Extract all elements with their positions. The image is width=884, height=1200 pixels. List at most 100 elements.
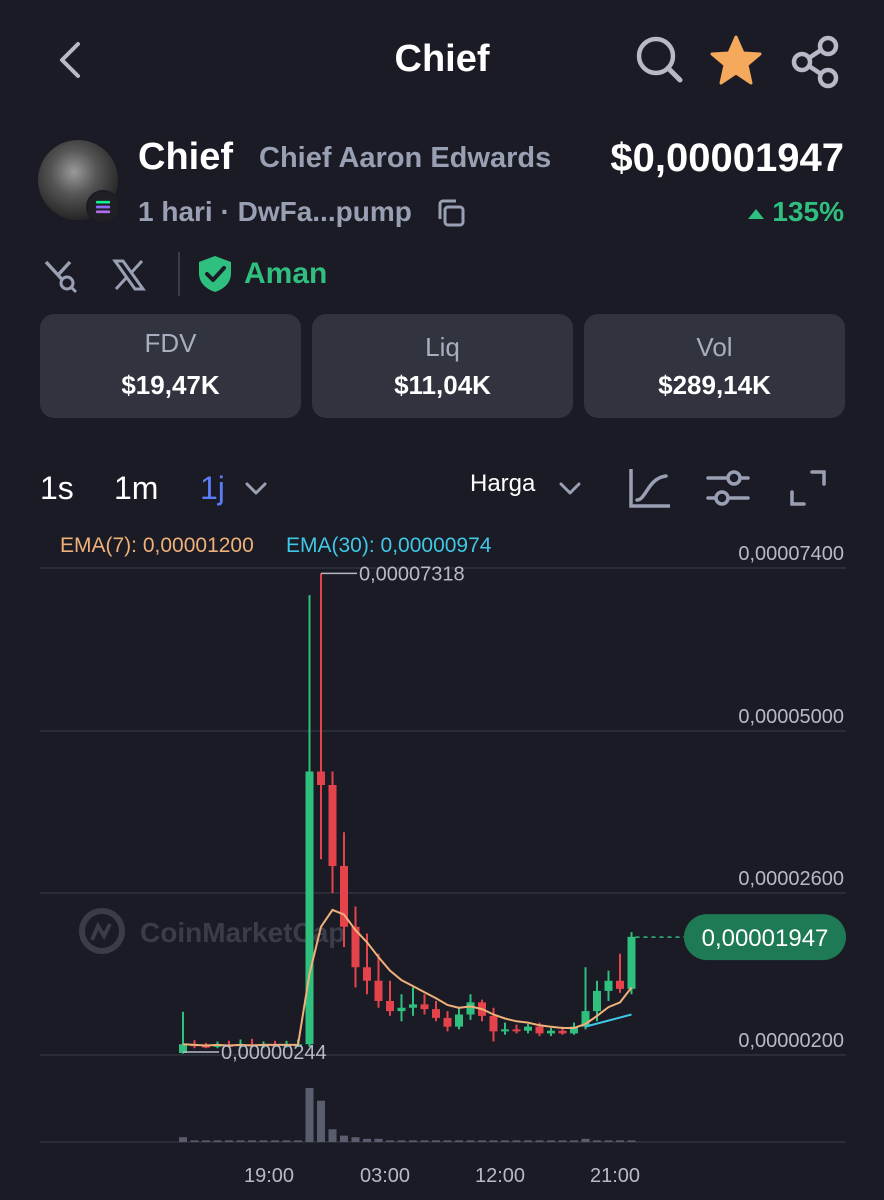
line-chart-icon[interactable] — [626, 464, 674, 512]
y-tick-label: 0,00002600 — [738, 868, 844, 890]
divider — [178, 252, 180, 296]
volume-bars — [179, 1088, 636, 1142]
volume-bar — [305, 1088, 314, 1142]
tab-1m[interactable]: 1m — [114, 470, 158, 507]
volume-bar — [558, 1140, 567, 1142]
stat-value: $289,14K — [658, 370, 771, 400]
candle-body — [489, 1015, 498, 1032]
tab-1s[interactable]: 1s — [40, 470, 74, 507]
stat-card-vol[interactable]: Vol $289,14K — [584, 314, 845, 418]
volume-bar — [351, 1137, 360, 1142]
watermark-logo-icon — [79, 908, 125, 954]
token-meta: 1 hari · DwFa...pump — [138, 196, 412, 228]
volume-bar — [271, 1140, 279, 1142]
volume-bar — [248, 1140, 256, 1142]
volume-bar — [616, 1140, 624, 1142]
volume-bar — [397, 1140, 406, 1142]
candle-body — [524, 1026, 532, 1031]
volume-bar — [455, 1140, 463, 1142]
ema30-line — [585, 1013, 632, 1028]
annotations: 0,00007318 0,00000244 0,00001947 — [183, 563, 846, 1064]
candle-body — [374, 980, 383, 1001]
candle-body — [535, 1026, 544, 1034]
volume-bar — [604, 1140, 613, 1142]
chevron-down-icon[interactable] — [242, 474, 270, 502]
stat-label: Liq — [425, 332, 460, 362]
contract-address[interactable]: DwFa...pump — [238, 196, 412, 227]
token-age: 1 hari — [138, 196, 213, 227]
volume-bar — [236, 1140, 245, 1142]
volume-bar — [501, 1140, 509, 1142]
triangle-up-icon — [748, 208, 765, 219]
candles — [179, 573, 636, 1054]
volume-bar — [581, 1138, 590, 1142]
back-icon[interactable] — [52, 38, 92, 82]
volume-bar — [627, 1140, 636, 1142]
volume-bar — [489, 1140, 498, 1142]
settings-sliders-icon[interactable] — [704, 464, 752, 512]
price-change-value: 135% — [772, 196, 844, 227]
current-price-label: 0,00001947 — [702, 925, 829, 952]
safety-label: Aman — [244, 257, 328, 290]
x-tick-label: 21:00 — [590, 1165, 640, 1187]
candle-body — [305, 771, 314, 1045]
stat-value: $11,04K — [394, 370, 491, 400]
audit-icon[interactable] — [40, 256, 80, 294]
candle-body — [397, 1007, 406, 1012]
low-price-label: 0,00000244 — [221, 1042, 327, 1064]
token-name: Chief Aaron Edwards — [259, 142, 552, 174]
volume-bar — [317, 1100, 325, 1142]
candle-body — [363, 967, 371, 981]
candle-body — [512, 1029, 521, 1032]
x-tick-label: 19:00 — [244, 1165, 294, 1187]
volume-bar — [570, 1140, 578, 1142]
candle-body — [443, 1017, 452, 1027]
volume-bar — [524, 1140, 532, 1142]
volume-bar — [478, 1140, 486, 1142]
x-tick-label: 03:00 — [360, 1165, 410, 1187]
stat-card-liq[interactable]: Liq $11,04K — [312, 314, 573, 418]
tab-1j[interactable]: 1j — [200, 470, 225, 507]
candle-body — [616, 980, 624, 989]
candle-body — [547, 1030, 555, 1034]
y-tick-label: 0,00007400 — [738, 543, 844, 565]
stat-label: Vol — [696, 332, 733, 362]
volume-bar — [328, 1129, 337, 1142]
expand-icon[interactable] — [784, 464, 832, 512]
candle-body — [317, 771, 325, 785]
volume-bar — [409, 1140, 417, 1142]
candle-body — [501, 1029, 509, 1032]
copy-icon[interactable] — [434, 196, 468, 230]
volume-bar — [432, 1140, 440, 1142]
y-tick-label: 0,00005000 — [738, 706, 844, 728]
token-symbol: Chief — [138, 136, 233, 178]
search-icon[interactable] — [634, 34, 684, 86]
x-icon[interactable] — [112, 258, 146, 292]
candle-body — [432, 1009, 440, 1018]
star-icon[interactable] — [708, 33, 764, 89]
candle-body — [386, 1001, 394, 1012]
volume-bar — [225, 1140, 233, 1142]
stat-value: $19,47K — [121, 370, 220, 400]
price-chart[interactable]: CoinMarketCap 0,000074000,000050000,0000… — [0, 530, 884, 1200]
chart-type-select[interactable]: Harga — [470, 470, 535, 498]
candle-body — [627, 936, 636, 989]
grid — [40, 567, 846, 1143]
y-tick-label: 0,00000200 — [738, 1030, 844, 1052]
volume-bar — [202, 1140, 210, 1142]
candle-body — [604, 980, 613, 991]
shield-check-icon — [199, 256, 231, 292]
share-icon[interactable] — [788, 34, 844, 90]
meta-separator: · — [212, 196, 238, 227]
solana-chain-icon — [86, 190, 120, 224]
volume-bar — [386, 1140, 394, 1142]
volume-bar — [593, 1140, 601, 1142]
candle-body — [466, 1002, 475, 1015]
volume-bar — [535, 1140, 544, 1142]
candle-body — [328, 785, 337, 866]
volume-bar — [363, 1138, 371, 1142]
chevron-down-icon[interactable] — [556, 474, 584, 502]
token-price: $0,00001947 — [610, 136, 844, 180]
stat-card-fdv[interactable]: FDV $19,47K — [40, 314, 301, 418]
candle-body — [593, 990, 601, 1012]
